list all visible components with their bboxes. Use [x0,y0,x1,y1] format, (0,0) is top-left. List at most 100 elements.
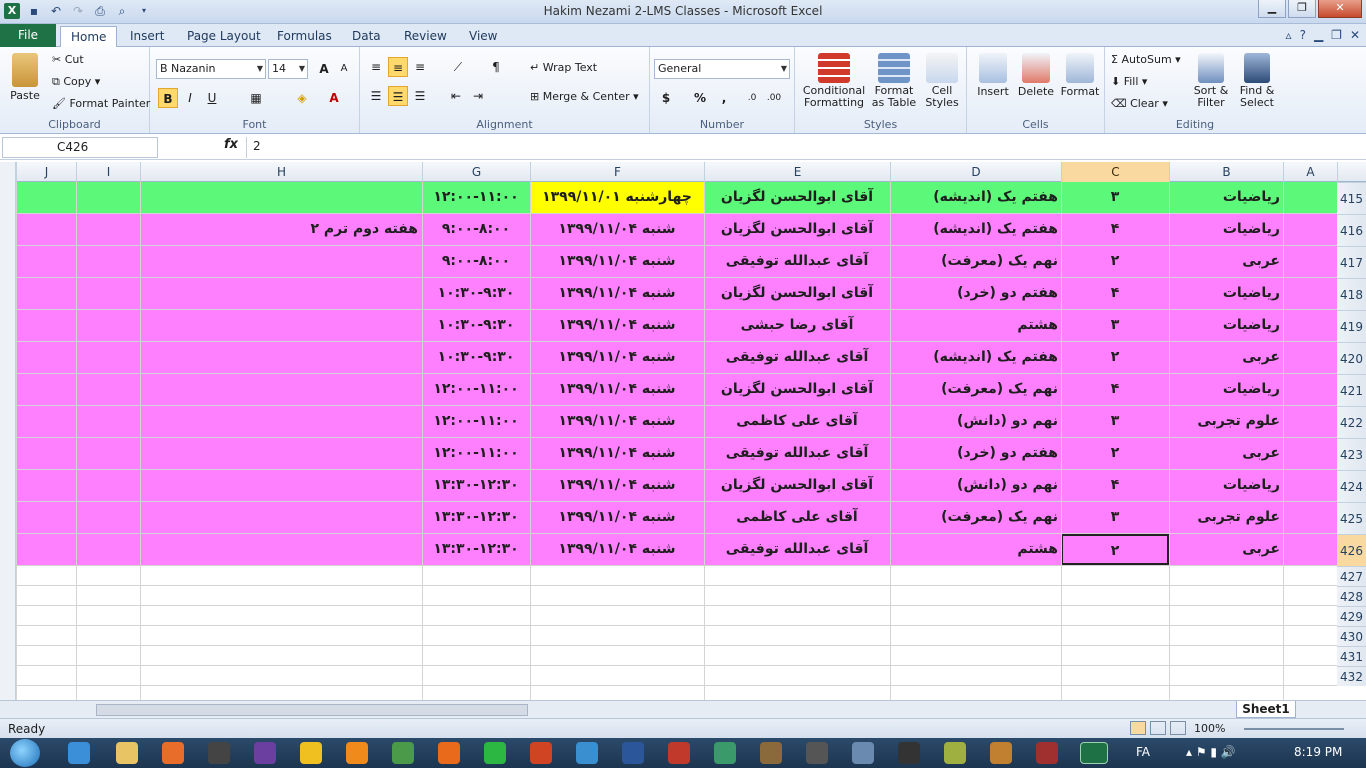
cell-d425[interactable]: نهم یک (معرفت) [890,502,1061,533]
number-format-select[interactable]: General ▼ [654,59,790,79]
language-indicator[interactable]: FA [1136,745,1150,759]
copy-button[interactable]: ⧉ Copy ▾ [52,75,100,89]
tab-file[interactable]: File [0,24,56,47]
cell-g415[interactable]: ۱۲:۰۰-۱۱:۰۰ [422,182,530,213]
whatsapp-icon[interactable] [484,742,506,764]
row-header-415[interactable]: 415 [1337,182,1366,214]
row-header-428[interactable]: 428 [1337,586,1366,606]
orientation-button[interactable]: ⟋ [448,57,468,77]
cell-d418[interactable]: هفتم دو (خرد) [890,278,1061,309]
app-icon[interactable] [760,742,782,764]
cell-g424[interactable]: ۱۳:۳۰-۱۲:۳۰ [422,470,530,501]
cell-b418[interactable]: ریاضیات [1169,278,1283,309]
comma-button[interactable]: , [714,88,734,108]
format-cells-button[interactable]: Format [1059,53,1101,98]
cell-g418[interactable]: ۱۰:۳۰-۹:۳۰ [422,278,530,309]
row-header-423[interactable]: 423 [1337,438,1366,470]
internet-explorer-icon[interactable] [68,742,90,764]
vlc-icon[interactable] [346,742,368,764]
close-button[interactable]: ✕ [1318,0,1362,18]
cell-f424[interactable]: شنبه ۱۳۹۹/۱۱/۰۴ [530,470,704,501]
cell-g422[interactable]: ۱۲:۰۰-۱۱:۰۰ [422,406,530,437]
clock[interactable]: 8:19 PM [1294,745,1342,759]
conditional-formatting-button[interactable]: Conditional Formatting [799,53,869,109]
cell-f416[interactable]: شنبه ۱۳۹۹/۱۱/۰۴ [530,214,704,245]
row-header-424[interactable]: 424 [1337,470,1366,502]
cell-b426[interactable]: عربی [1169,534,1283,565]
percent-button[interactable]: % [690,88,710,108]
cell-d420[interactable]: هفتم یک (اندیشه) [890,342,1061,373]
column-header-h[interactable]: H [140,162,422,182]
column-header-f[interactable]: F [530,162,704,182]
cell-b420[interactable]: عربی [1169,342,1283,373]
underline-button[interactable]: U [202,88,222,108]
cell-c426[interactable]: ۲ [1061,534,1169,565]
cell-g420[interactable]: ۱۰:۳۰-۹:۳۰ [422,342,530,373]
fill-color-button[interactable]: ◈ [292,88,312,108]
row-header-422[interactable]: 422 [1337,406,1366,438]
row-header-421[interactable]: 421 [1337,374,1366,406]
tray-icons[interactable]: ▴ ⚑ ▮ 🔊 [1186,745,1236,759]
zoom-level[interactable]: 100% [1194,722,1225,735]
cell-f422[interactable]: شنبه ۱۳۹۹/۱۱/۰۴ [530,406,704,437]
cell-e420[interactable]: آقای عبدالله توفیقی [704,342,890,373]
cell-g426[interactable]: ۱۳:۳۰-۱۲:۳۰ [422,534,530,565]
column-header-b[interactable]: B [1169,162,1283,182]
cell-h421[interactable] [140,374,422,405]
cell-g421[interactable]: ۱۲:۰۰-۱۱:۰۰ [422,374,530,405]
autosum-button[interactable]: Σ AutoSum ▾ [1111,53,1181,66]
tab-view[interactable]: View [459,26,507,47]
cell-c420[interactable]: ۲ [1061,342,1169,373]
clear-button[interactable]: ⌫ Clear ▾ [1111,97,1168,110]
column-header-i[interactable]: I [76,162,140,182]
cell-e424[interactable]: آقای ابوالحسن لگزیان [704,470,890,501]
increase-decimal-button[interactable]: .0 [742,88,762,108]
start-button[interactable] [10,739,40,767]
cell-f415[interactable]: چهارشنبه ۱۳۹۹/۱۱/۰۱ [530,182,704,213]
row-header-431[interactable]: 431 [1337,646,1366,666]
row-header-416[interactable]: 416 [1337,214,1366,246]
cell-h419[interactable] [140,310,422,341]
cell-f421[interactable]: شنبه ۱۳۹۹/۱۱/۰۴ [530,374,704,405]
zoom-slider[interactable] [1244,728,1344,730]
firefox-icon[interactable] [438,742,460,764]
powerpoint-icon[interactable] [530,742,552,764]
cell-g416[interactable]: ۹:۰۰-۸:۰۰ [422,214,530,245]
column-header-a[interactable]: A [1283,162,1337,182]
font-name-select[interactable]: B Nazanin ▼ [156,59,266,79]
cell-f417[interactable]: شنبه ۱۳۹۹/۱۱/۰۴ [530,246,704,277]
cell-e425[interactable]: آقای علی کاظمی [704,502,890,533]
cell-c417[interactable]: ۲ [1061,246,1169,277]
delete-cells-button[interactable]: Delete [1015,53,1057,98]
cell-e416[interactable]: آقای ابوالحسن لگزیان [704,214,890,245]
cell-c416[interactable]: ۴ [1061,214,1169,245]
row-header-418[interactable]: 418 [1337,278,1366,310]
tab-review[interactable]: Review [394,26,457,47]
cell-e417[interactable]: آقای عبدالله توفیقی [704,246,890,277]
insert-cells-button[interactable]: Insert [973,53,1013,98]
cell-d426[interactable]: هشتم [890,534,1061,565]
align-bottom-button[interactable]: ≡ [410,57,430,77]
insert-function-icon[interactable]: fx [224,137,238,152]
column-header-g[interactable]: G [422,162,530,182]
font-size-select[interactable]: 14 ▼ [268,59,308,79]
font-color-button[interactable]: A [324,88,344,108]
media-player-icon[interactable] [162,742,184,764]
cell-f423[interactable]: شنبه ۱۳۹۹/۱۱/۰۴ [530,438,704,469]
cell-e423[interactable]: آقای عبدالله توفیقی [704,438,890,469]
row-header-429[interactable]: 429 [1337,606,1366,626]
normal-view-icon[interactable] [1130,721,1146,735]
cell-b425[interactable]: علوم تجربی [1169,502,1283,533]
fill-button[interactable]: ⬇ Fill ▾ [1111,75,1147,88]
chrome-icon[interactable] [392,742,414,764]
help-icon[interactable]: ? [1300,28,1306,42]
cut-button[interactable]: ✂ Cut [52,53,84,66]
cell-c423[interactable]: ۲ [1061,438,1169,469]
media-app-icon[interactable] [254,742,276,764]
cell-h416[interactable]: هفته دوم ترم ۲ [140,214,422,245]
cell-h415[interactable] [140,182,422,213]
file-explorer-icon[interactable] [116,742,138,764]
cell-b419[interactable]: ریاضیات [1169,310,1283,341]
page-layout-view-icon[interactable] [1150,721,1166,735]
app-icon[interactable] [898,742,920,764]
